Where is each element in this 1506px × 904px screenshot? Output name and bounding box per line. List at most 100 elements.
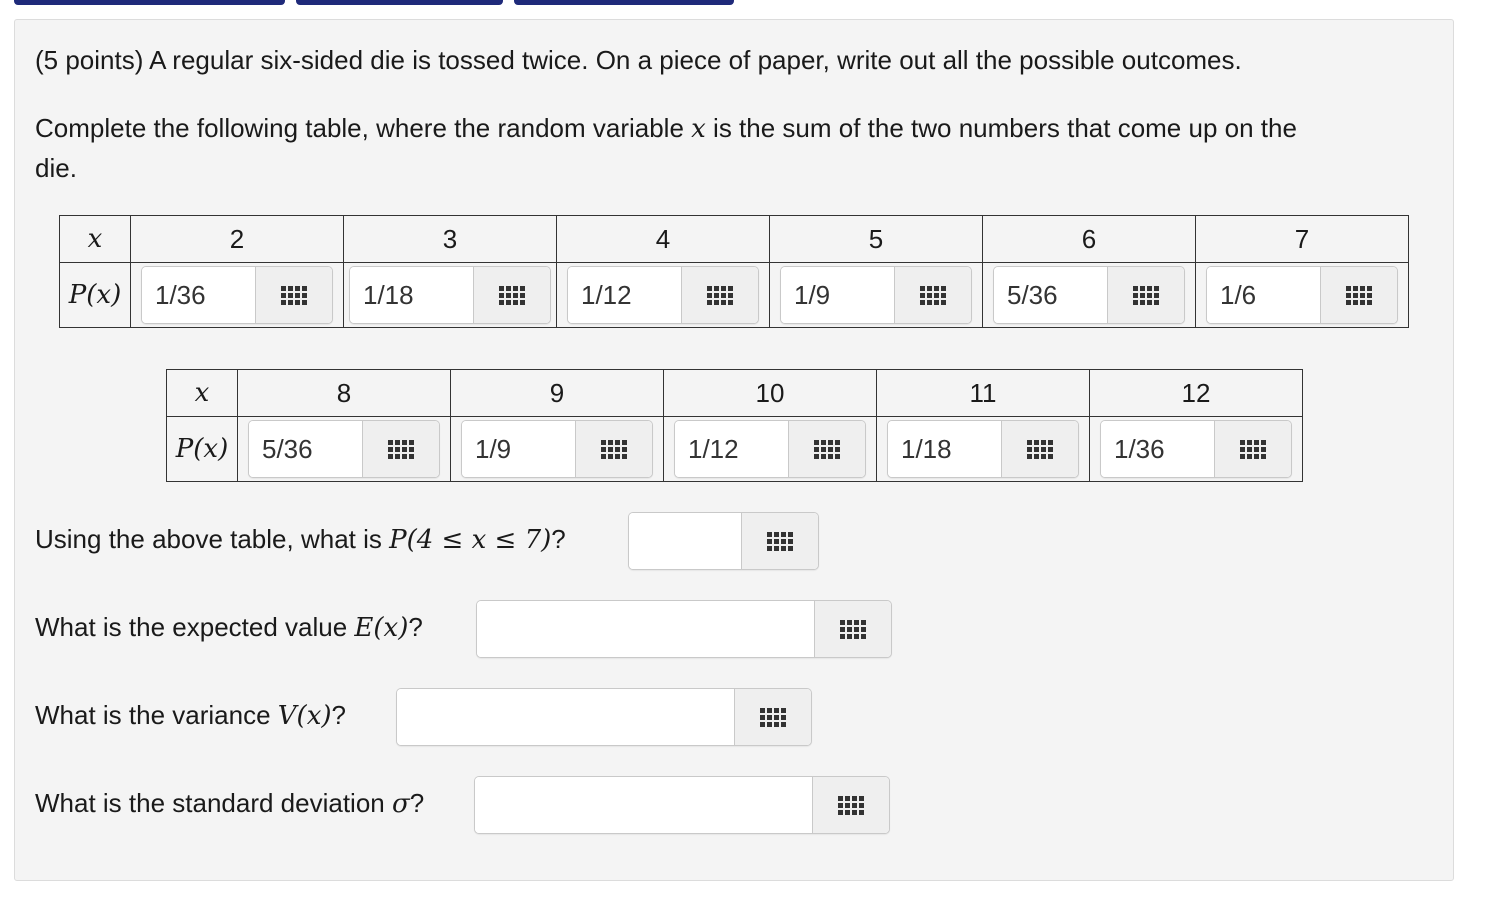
math-tools-button[interactable] xyxy=(473,267,550,323)
x-value-cell: 5 xyxy=(769,215,983,263)
expected-value-text: What is the expected value xyxy=(35,612,355,642)
grid-icon xyxy=(1133,285,1159,305)
p-label: P(x) xyxy=(68,280,122,310)
answer-input[interactable]: 5/36 xyxy=(248,420,440,478)
nav-tab-2[interactable] xyxy=(296,0,503,5)
answer-input[interactable]: 1/9 xyxy=(461,420,653,478)
x-value-cell: 7 xyxy=(1195,215,1409,263)
probability-expression: P(4 ≤ x ≤ 7) xyxy=(389,525,552,555)
p-value-cell: 1/36 xyxy=(1089,416,1303,482)
grid-icon xyxy=(1240,439,1266,459)
math-tools-button[interactable] xyxy=(1320,267,1397,323)
p-value-cell: 5/36 xyxy=(237,416,451,482)
answer-field[interactable]: 1/36 xyxy=(142,267,255,323)
answer-input[interactable]: 5/36 xyxy=(993,266,1185,324)
answer-input[interactable]: 1/12 xyxy=(567,266,759,324)
math-tools-button[interactable] xyxy=(814,601,891,657)
nav-tab-3[interactable] xyxy=(514,0,734,5)
expected-value-suffix: ? xyxy=(408,612,423,642)
distribution-table-2: x 8 9 10 11 12 P(x) 5/36 1/9 1/12 1/18 1… xyxy=(166,369,1303,482)
variance-input[interactable] xyxy=(396,688,812,746)
math-tools-button[interactable] xyxy=(362,421,439,477)
x-value-cell: 3 xyxy=(343,215,557,263)
math-tools-button[interactable] xyxy=(681,267,758,323)
answer-field[interactable]: 5/36 xyxy=(994,267,1107,323)
probability-question-suffix: ? xyxy=(551,524,566,554)
math-tools-button[interactable] xyxy=(812,777,889,833)
expected-value-question: What is the expected value E(x)? xyxy=(35,607,423,648)
math-tools-button[interactable] xyxy=(255,267,332,323)
answer-field[interactable]: 1/18 xyxy=(888,421,1001,477)
p-header: P(x) xyxy=(59,262,131,328)
variance-expression: V(x) xyxy=(277,701,332,731)
variance-text: What is the variance xyxy=(35,700,278,730)
grid-icon xyxy=(814,439,840,459)
answer-input[interactable]: 1/9 xyxy=(780,266,972,324)
variance-suffix: ? xyxy=(331,700,346,730)
math-tools-button[interactable] xyxy=(1107,267,1184,323)
math-tools-button[interactable] xyxy=(788,421,865,477)
grid-icon xyxy=(840,619,866,639)
p-value-cell: 1/9 xyxy=(769,262,983,328)
variance-question: What is the variance V(x)? xyxy=(35,695,346,736)
grid-icon xyxy=(707,285,733,305)
math-tools-button[interactable] xyxy=(734,689,811,745)
math-tools-button[interactable] xyxy=(894,267,971,323)
x-header: x xyxy=(166,369,238,417)
answer-field[interactable]: 1/9 xyxy=(462,421,575,477)
p-value-cell: 1/12 xyxy=(556,262,770,328)
answer-input[interactable]: 1/36 xyxy=(1100,420,1292,478)
grid-icon xyxy=(767,531,793,551)
math-tools-button[interactable] xyxy=(575,421,652,477)
math-tools-button[interactable] xyxy=(1001,421,1078,477)
answer-field[interactable]: 1/18 xyxy=(350,267,473,323)
answer-input[interactable]: 1/36 xyxy=(141,266,333,324)
probability-answer-field[interactable] xyxy=(629,513,741,569)
x-value-cell: 4 xyxy=(556,215,770,263)
p-label: P(x) xyxy=(175,434,229,464)
probability-question-text: Using the above table, what is xyxy=(35,524,390,554)
answer-field[interactable]: 1/9 xyxy=(781,267,894,323)
question-instruction: Complete the following table, where the … xyxy=(35,108,1297,149)
std-dev-symbol: σ xyxy=(391,789,410,819)
grid-icon xyxy=(388,439,414,459)
grid-icon xyxy=(838,795,864,815)
expected-value-field[interactable] xyxy=(477,601,814,657)
std-dev-field[interactable] xyxy=(475,777,812,833)
answer-input[interactable]: 1/12 xyxy=(674,420,866,478)
answer-input[interactable]: 1/18 xyxy=(887,420,1079,478)
instruction-text-b: is the sum of the two numbers that come … xyxy=(705,113,1297,143)
p-value-cell: 1/9 xyxy=(450,416,664,482)
answer-input[interactable]: 1/18 xyxy=(349,266,551,324)
std-dev-input[interactable] xyxy=(474,776,890,834)
std-dev-text: What is the standard deviation xyxy=(35,788,392,818)
x-value-cell: 9 xyxy=(450,369,664,417)
std-dev-question: What is the standard deviation σ? xyxy=(35,783,424,824)
variance-field[interactable] xyxy=(397,689,734,745)
p-value-cell: 1/36 xyxy=(130,262,344,328)
answer-field[interactable]: 1/36 xyxy=(1101,421,1214,477)
instruction-text-a: Complete the following table, where the … xyxy=(35,113,692,143)
nav-tab-1[interactable] xyxy=(14,0,285,5)
p-value-cell: 1/18 xyxy=(876,416,1090,482)
p-value-cell: 1/12 xyxy=(663,416,877,482)
grid-icon xyxy=(760,707,786,727)
answer-field[interactable]: 1/6 xyxy=(1207,267,1320,323)
answer-field[interactable]: 1/12 xyxy=(568,267,681,323)
x-value-cell: 2 xyxy=(130,215,344,263)
probability-answer-input[interactable] xyxy=(628,512,819,570)
grid-icon xyxy=(499,285,525,305)
grid-icon xyxy=(920,285,946,305)
x-header: x xyxy=(59,215,131,263)
answer-field[interactable]: 1/12 xyxy=(675,421,788,477)
x-value-cell: 8 xyxy=(237,369,451,417)
expected-value-input[interactable] xyxy=(476,600,892,658)
instruction-variable: x xyxy=(691,114,706,144)
grid-icon xyxy=(281,285,307,305)
answer-field[interactable]: 5/36 xyxy=(249,421,362,477)
answer-input[interactable]: 1/6 xyxy=(1206,266,1398,324)
distribution-table-1: x 2 3 4 5 6 7 P(x) 1/36 1/18 1/12 1/9 5/… xyxy=(59,215,1409,328)
x-value-cell: 6 xyxy=(982,215,1196,263)
math-tools-button[interactable] xyxy=(1214,421,1291,477)
math-tools-button[interactable] xyxy=(741,513,818,569)
